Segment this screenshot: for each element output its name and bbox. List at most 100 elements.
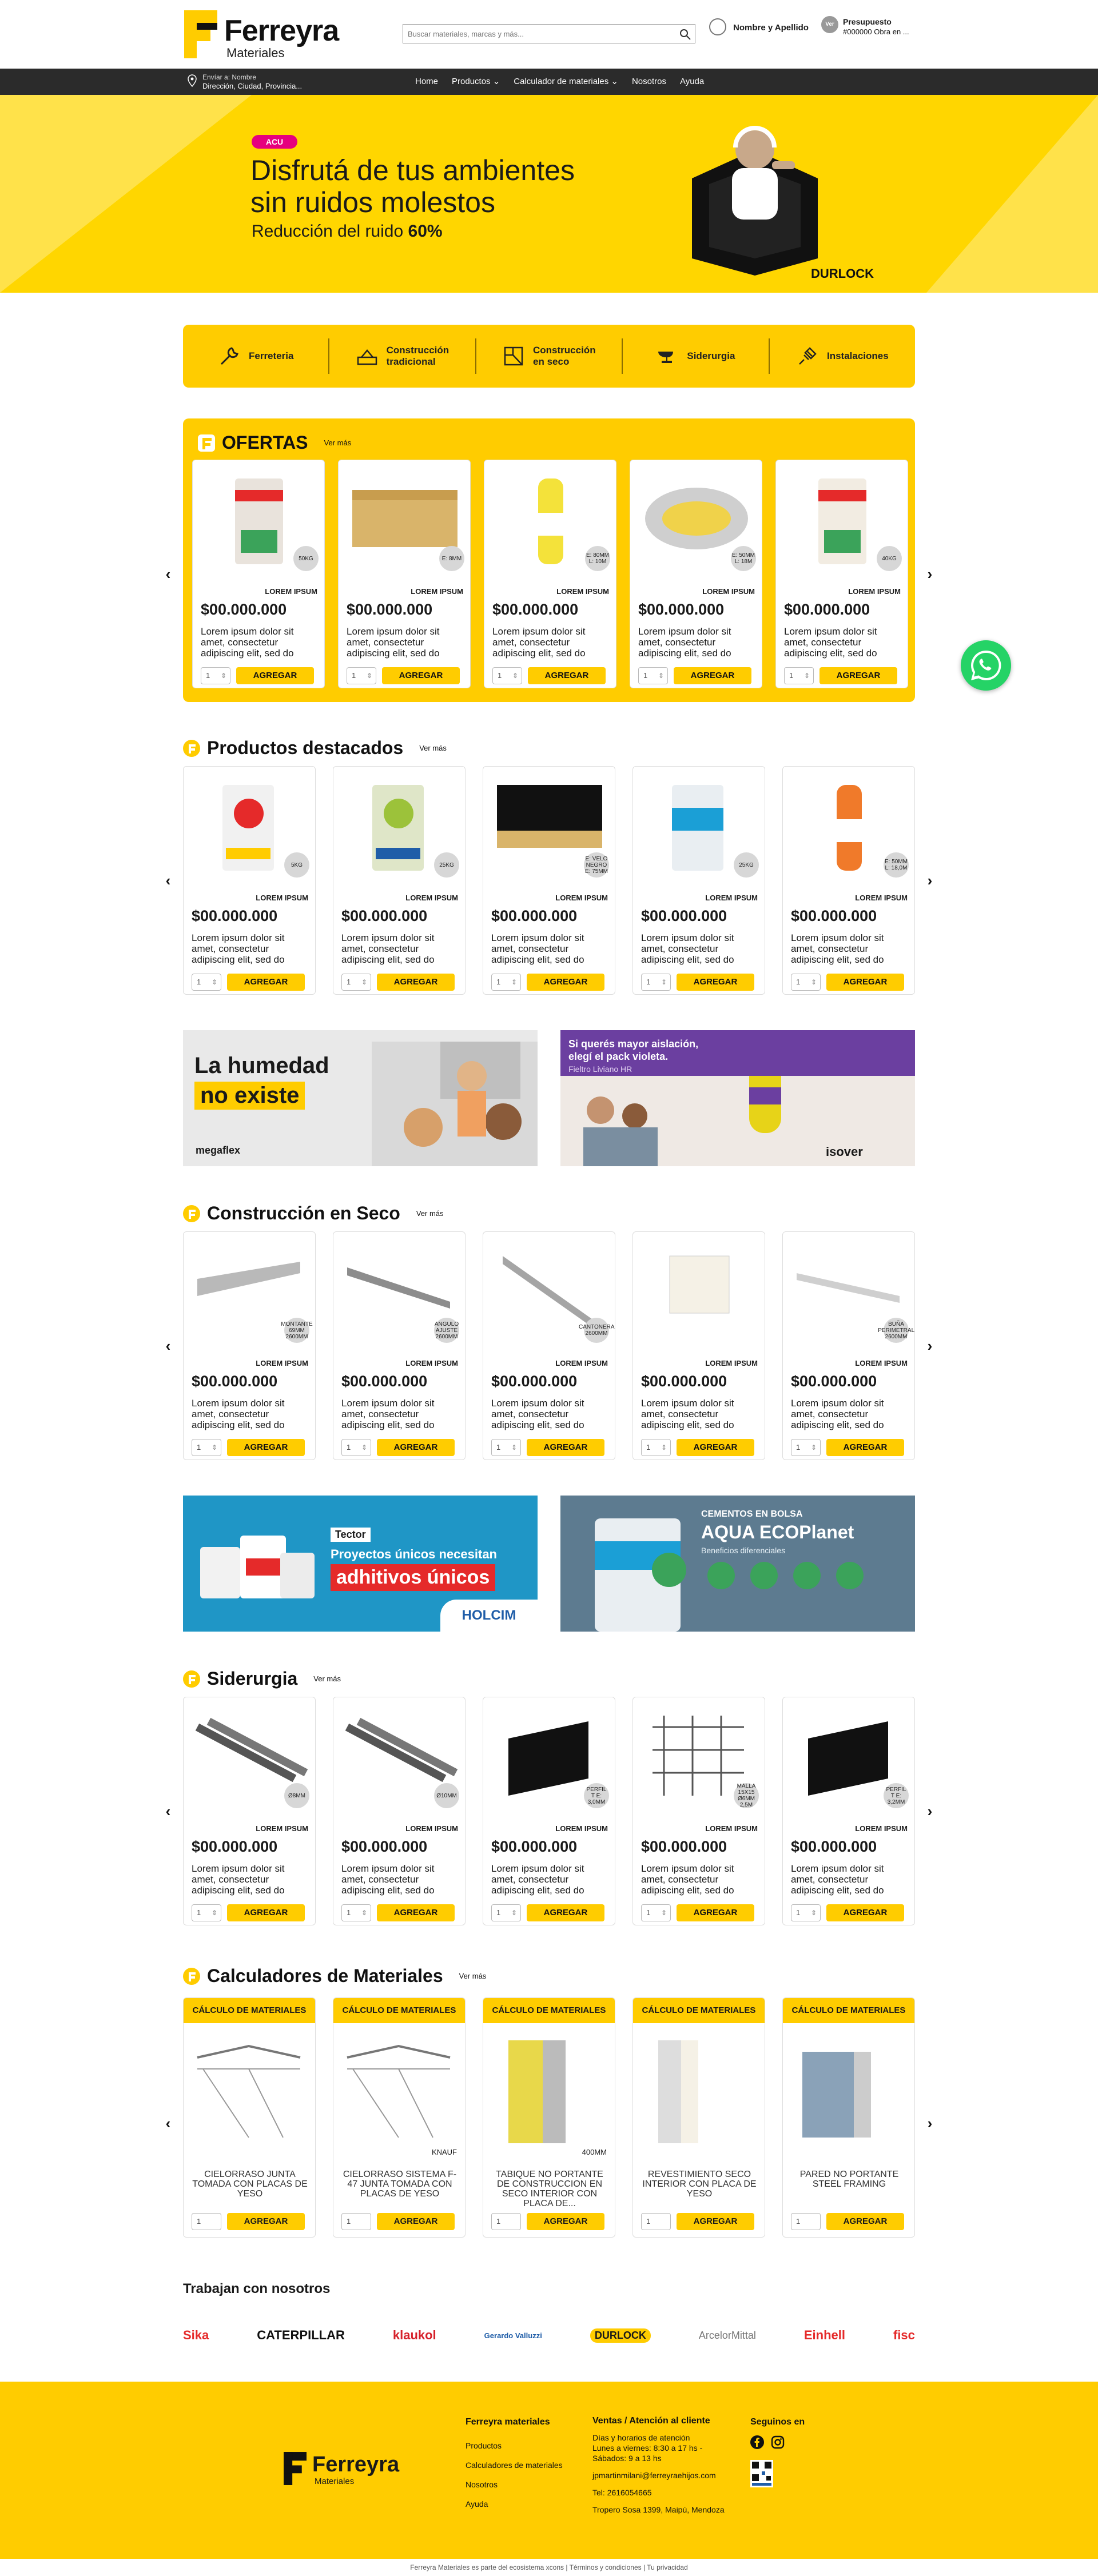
offers-see-more[interactable]: Ver más	[324, 438, 352, 447]
offers-prev-arrow[interactable]: ‹	[162, 566, 174, 582]
calc-next-arrow[interactable]: ›	[924, 2115, 936, 2131]
category-instalaciones[interactable]: Instalaciones	[770, 338, 915, 374]
instagram-icon[interactable]	[771, 2435, 785, 2449]
footer-logo[interactable]: Ferreyra Materiales	[284, 2450, 409, 2490]
quantity-stepper[interactable]: 1	[491, 1439, 521, 1456]
product-card[interactable]: 40KG LOREM IPSUM $00.000.000 Lorem ipsum do…	[775, 460, 908, 688]
quantity-stepper[interactable]: 1	[341, 2213, 371, 2230]
product-card[interactable]: 25KG LOREM IPSUM $00.000.000 Lorem ipsum do…	[632, 766, 765, 995]
calculator-card[interactable]: CÁLCULO DE MATERIALES CIELORRASO JUNTA TO…	[183, 1997, 316, 2238]
whatsapp-icon[interactable]	[961, 640, 1011, 691]
nav-calculador[interactable]: Calculador de materiales ⌄	[507, 69, 625, 95]
add-to-cart-button[interactable]: AGREGAR	[377, 1904, 455, 1921]
add-to-cart-button[interactable]: AGREGAR	[826, 1439, 904, 1456]
category-ferreteria[interactable]: Ferreteria	[183, 338, 330, 374]
calculator-card[interactable]: CÁLCULO DE MATERIALES KNAUF CIELORRASO SIS…	[333, 1997, 466, 2238]
featured-see-more[interactable]: Ver más	[419, 744, 447, 752]
product-card[interactable]: Ø8MM LOREM IPSUM $00.000.000 Lorem ipsum do…	[183, 1697, 316, 1925]
banner-tector[interactable]: Tector Proyectos únicos necesitan adhiti…	[183, 1496, 538, 1632]
quantity-stepper[interactable]: 1	[784, 667, 814, 684]
product-card[interactable]: PERFIL T E: 3,0MM LOREM IPSUM $00.000.000 L…	[483, 1697, 615, 1925]
partner-logo-valluzzi[interactable]: Gerardo Valluzzi	[484, 2331, 542, 2340]
quantity-stepper[interactable]: 1	[192, 2213, 221, 2230]
calc-see-more[interactable]: Ver más	[459, 1972, 487, 1980]
footer-link[interactable]: Ayuda	[466, 2499, 563, 2509]
quantity-stepper[interactable]: 1	[491, 974, 521, 991]
search-input[interactable]	[403, 25, 666, 43]
product-card[interactable]: E: 50MM L: 18,0M LOREM IPSUM $00.000.000 Lo…	[782, 766, 915, 995]
quantity-stepper[interactable]: 1	[192, 1439, 221, 1456]
add-to-cart-button[interactable]: AGREGAR	[819, 667, 897, 684]
quantity-stepper[interactable]: 1	[641, 1904, 671, 1921]
quantity-stepper[interactable]: 1	[201, 667, 230, 684]
quantity-stepper[interactable]: 1	[341, 1439, 371, 1456]
banner-isover[interactable]: Si querés mayor aislación, elegí el pack…	[560, 1030, 915, 1166]
add-to-cart-button[interactable]: AGREGAR	[677, 2213, 754, 2230]
offers-next-arrow[interactable]: ›	[924, 566, 936, 582]
calculator-card[interactable]: CÁLCULO DE MATERIALES 400MM TABIQUE NO POR…	[483, 1997, 615, 2238]
category-tradicional[interactable]: Construcción tradicional	[329, 338, 476, 374]
add-to-cart-button[interactable]: AGREGAR	[674, 667, 751, 684]
quantity-stepper[interactable]: 1	[192, 1904, 221, 1921]
quantity-stepper[interactable]: 1	[791, 1439, 821, 1456]
add-to-cart-button[interactable]: AGREGAR	[677, 1439, 754, 1456]
category-siderurgia[interactable]: Siderurgia	[623, 338, 770, 374]
add-to-cart-button[interactable]: AGREGAR	[527, 2213, 604, 2230]
add-to-cart-button[interactable]: AGREGAR	[677, 974, 754, 991]
product-card[interactable]: E: 8MM LOREM IPSUM $00.000.000 Lorem ipsum …	[338, 460, 471, 688]
product-card[interactable]: 25KG LOREM IPSUM $00.000.000 Lorem ipsum do…	[333, 766, 466, 995]
product-image[interactable]	[641, 1239, 758, 1342]
quantity-stepper[interactable]: 1	[341, 974, 371, 991]
nav-home[interactable]: Home	[408, 69, 445, 95]
nav-productos[interactable]: Productos ⌄	[445, 69, 507, 95]
quantity-stepper[interactable]: 1	[791, 2213, 821, 2230]
quantity-stepper[interactable]: 1	[791, 974, 821, 991]
partner-logo-klaukol[interactable]: klaukol	[393, 2328, 436, 2343]
seco-see-more[interactable]: Ver más	[416, 1209, 444, 1218]
product-card[interactable]: MALLA 15X15 Ø6MM 2,5M LOREM IPSUM $00.000.…	[632, 1697, 765, 1925]
quantity-stepper[interactable]: 1	[641, 1439, 671, 1456]
footer-link[interactable]: Nosotros	[466, 2480, 563, 2489]
qr-code-icon[interactable]	[750, 2460, 773, 2487]
quantity-stepper[interactable]: 1	[641, 974, 671, 991]
featured-prev-arrow[interactable]: ‹	[162, 872, 174, 888]
add-to-cart-button[interactable]: AGREGAR	[826, 2213, 904, 2230]
hero-banner[interactable]: ACU Disfrutá de tus ambientes sin ruidos…	[0, 95, 1098, 293]
product-card[interactable]: E: 50MM L: 18M LOREM IPSUM $00.000.000 Lore…	[630, 460, 762, 688]
add-to-cart-button[interactable]: AGREGAR	[236, 667, 314, 684]
featured-next-arrow[interactable]: ›	[924, 872, 936, 888]
product-card[interactable]: 5KG LOREM IPSUM $00.000.000 Lorem ipsum dol…	[183, 766, 316, 995]
add-to-cart-button[interactable]: AGREGAR	[826, 974, 904, 991]
add-to-cart-button[interactable]: AGREGAR	[527, 1439, 604, 1456]
footer-link[interactable]: Productos	[466, 2441, 563, 2450]
footer-email[interactable]: jpmartinmilani@ferreyraehijos.com	[592, 2471, 725, 2480]
product-card[interactable]: MONTANTE 69MM 2600MM LOREM IPSUM $00.000.0…	[183, 1231, 316, 1460]
product-card[interactable]: ANGULO AJUSTE 2600MM LOREM IPSUM $00.000.0…	[333, 1231, 466, 1460]
quantity-stepper[interactable]: 1	[347, 667, 376, 684]
add-to-cart-button[interactable]: AGREGAR	[227, 2213, 305, 2230]
quantity-stepper[interactable]: 1	[341, 1904, 371, 1921]
seco-prev-arrow[interactable]: ‹	[162, 1338, 174, 1354]
add-to-cart-button[interactable]: AGREGAR	[377, 2213, 455, 2230]
nav-ayuda[interactable]: Ayuda	[673, 69, 711, 95]
quantity-stepper[interactable]: 1	[641, 2213, 671, 2230]
add-to-cart-button[interactable]: AGREGAR	[826, 1904, 904, 1921]
product-card[interactable]: E: 80MM L: 10M LOREM IPSUM $00.000.000 Lore…	[484, 460, 616, 688]
quantity-stepper[interactable]: 1	[192, 974, 221, 991]
quantity-stepper[interactable]: 1	[791, 1904, 821, 1921]
calculator-card[interactable]: CÁLCULO DE MATERIALES PARED NO PORTANTE S…	[782, 1997, 915, 2238]
calculator-card[interactable]: CÁLCULO DE MATERIALES REVESTIMIENTO SECO …	[632, 1997, 765, 2238]
search-icon[interactable]	[679, 28, 691, 41]
add-to-cart-button[interactable]: AGREGAR	[528, 667, 606, 684]
add-to-cart-button[interactable]: AGREGAR	[677, 1904, 754, 1921]
partner-logo-durlock[interactable]: DURLOCK	[590, 2328, 651, 2343]
product-card[interactable]: 50KG LOREM IPSUM $00.000.000 Lorem ipsum do…	[192, 460, 325, 688]
add-to-cart-button[interactable]: AGREGAR	[527, 974, 604, 991]
siderurgia-prev-arrow[interactable]: ‹	[162, 1803, 174, 1819]
product-card[interactable]: BUÑA PERIMETRAL 2600MM LOREM IPSUM $00.000…	[782, 1231, 915, 1460]
product-card[interactable]: CANTONERA 2600MM LOREM IPSUM $00.000.000 Lo…	[483, 1231, 615, 1460]
product-card[interactable]: PERFIL T E: 3,2MM LOREM IPSUM $00.000.000 L…	[782, 1697, 915, 1925]
quantity-stepper[interactable]: 1	[491, 1904, 521, 1921]
calc-prev-arrow[interactable]: ‹	[162, 2115, 174, 2131]
nav-nosotros[interactable]: Nosotros	[625, 69, 673, 95]
